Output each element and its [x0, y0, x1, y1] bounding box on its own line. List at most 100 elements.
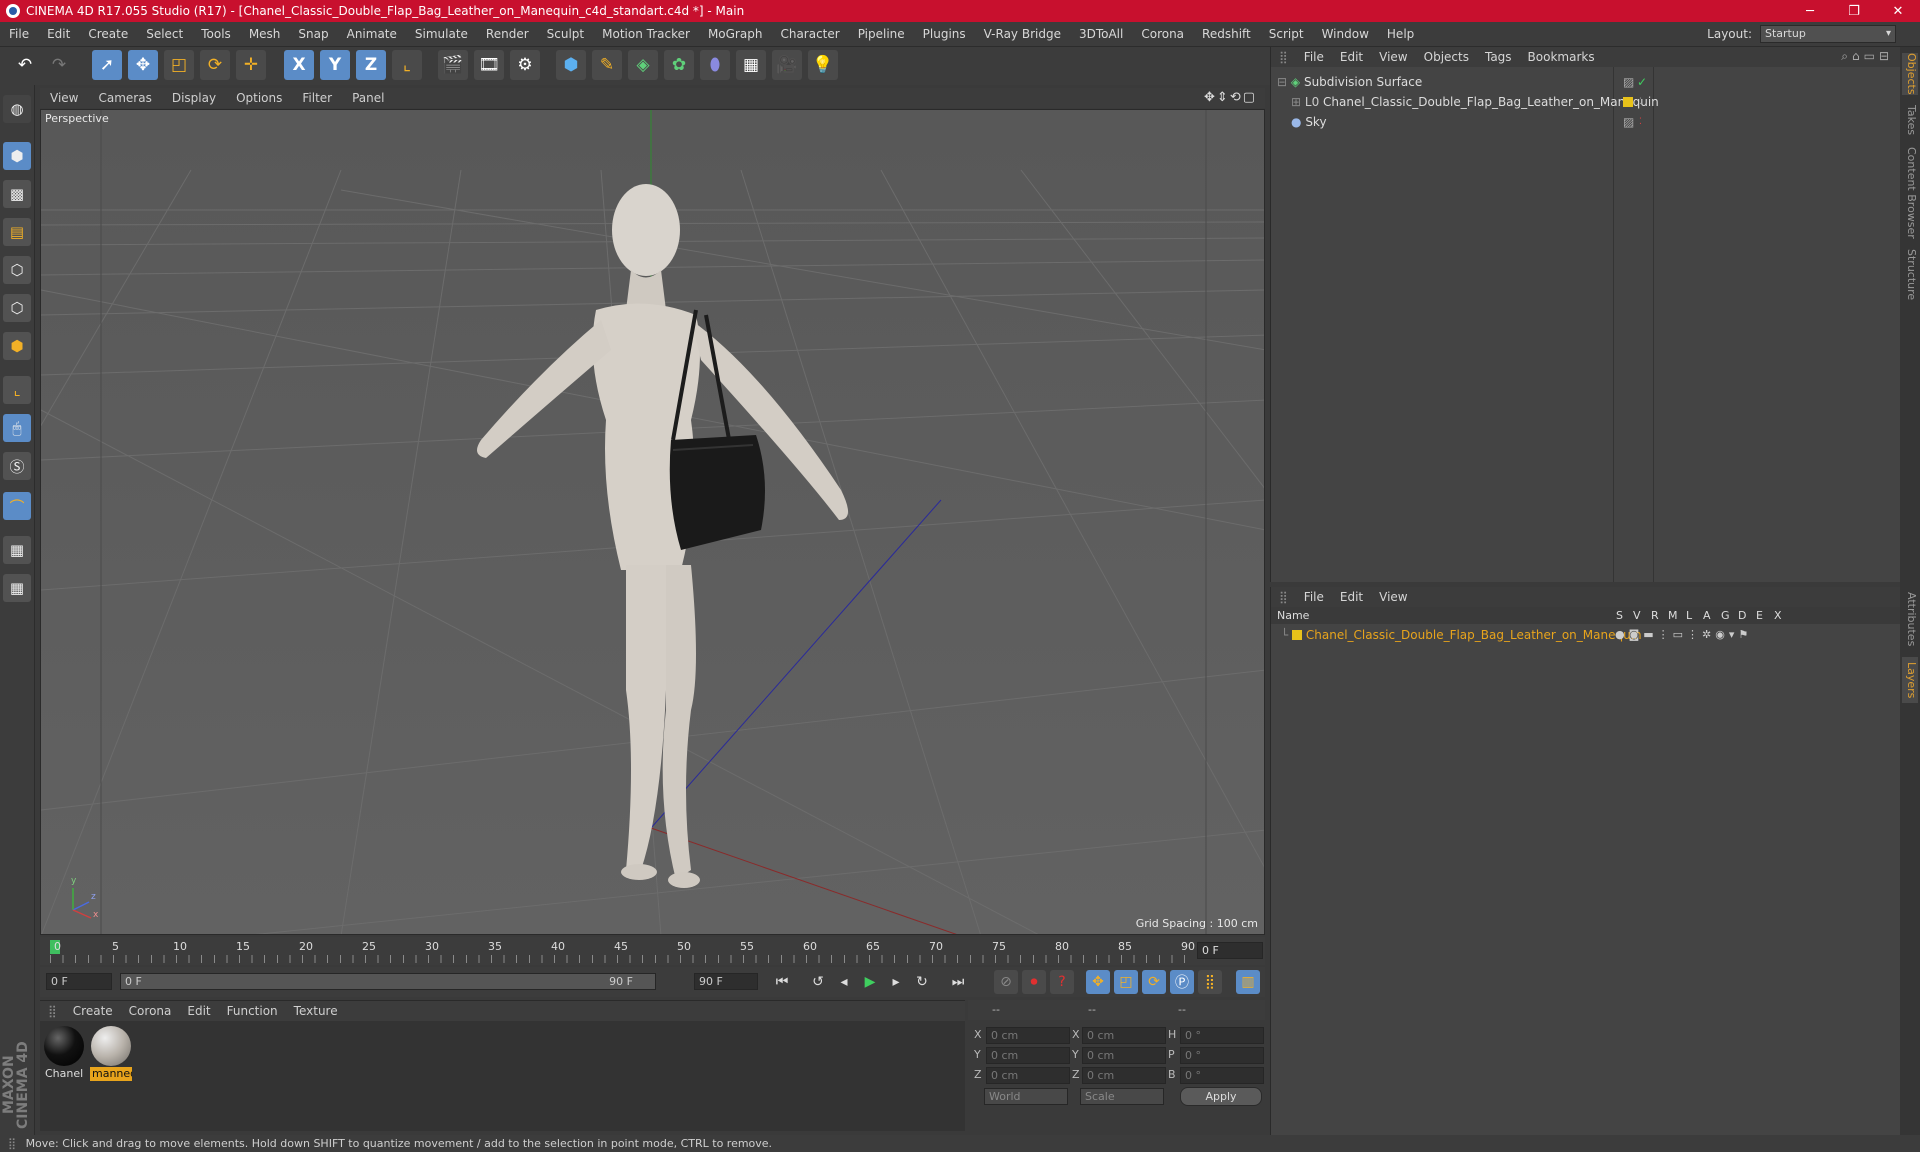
pen-spline-icon[interactable]: ✎	[592, 50, 622, 80]
menu-mesh[interactable]: Mesh	[240, 27, 290, 41]
menu-select[interactable]: Select	[137, 27, 192, 41]
menu-corona[interactable]: Corona	[1132, 27, 1193, 41]
rotate-icon[interactable]: ⟳	[200, 50, 230, 80]
menu-create[interactable]: Create	[79, 27, 137, 41]
object-menu-edit[interactable]: Edit	[1332, 50, 1371, 64]
object-menu-tags[interactable]: Tags	[1477, 50, 1520, 64]
scale-icon[interactable]: ◰	[164, 50, 194, 80]
model-mode-icon[interactable]: ⬢	[3, 142, 31, 170]
layout-dropdown[interactable]: Startup	[1760, 25, 1896, 43]
light-icon[interactable]: 💡	[808, 50, 838, 80]
material-menu-texture[interactable]: Texture	[286, 1004, 346, 1018]
menu-edit[interactable]: Edit	[38, 27, 79, 41]
tab-attributes[interactable]: Attributes	[1902, 587, 1918, 651]
object-row-subdivision-surface[interactable]: ⊟ ◈ Subdivision Surface ▨ ✓	[1277, 72, 1897, 92]
position-y-field[interactable]: 0 cm	[986, 1047, 1070, 1064]
position-x-field[interactable]: 0 cm	[986, 1027, 1070, 1044]
key-scale-icon[interactable]: ◰	[1114, 970, 1138, 994]
size-mode-dropdown[interactable]: Scale	[1080, 1088, 1164, 1105]
keyframe-selection-icon[interactable]: ?	[1050, 970, 1074, 994]
menu-tools[interactable]: Tools	[192, 27, 240, 41]
menu-snap[interactable]: Snap	[289, 27, 337, 41]
size-x-field[interactable]: 0 cm	[1082, 1027, 1166, 1044]
go-to-end-icon[interactable]: ⏭	[946, 970, 970, 994]
deformer-icon[interactable]: ⬮	[700, 50, 730, 80]
menu-character[interactable]: Character	[771, 27, 848, 41]
enabled-check-icon[interactable]: ✓	[1637, 72, 1647, 92]
previous-frame-icon[interactable]: ◂	[832, 970, 856, 994]
material-menu-function[interactable]: Function	[219, 1004, 286, 1018]
tab-structure[interactable]: Structure	[1902, 247, 1918, 303]
axis-mode-icon[interactable]: ⌞	[3, 376, 31, 404]
transform-icon[interactable]: ✛	[236, 50, 266, 80]
tab-content-browser[interactable]: Content Browser	[1902, 143, 1918, 243]
rotation-b-field[interactable]: 0 °	[1180, 1067, 1264, 1084]
texture-mode-icon[interactable]: ▩	[3, 180, 31, 208]
move-icon[interactable]: ✥	[128, 50, 158, 80]
material-swatch-chanel[interactable]: Chanel	[43, 1025, 85, 1083]
close-button[interactable]: ✕	[1876, 0, 1920, 22]
object-menu-view[interactable]: View	[1371, 50, 1415, 64]
record-keys-icon[interactable]: ⊘	[994, 970, 1018, 994]
viewport-navigation-icons[interactable]: ✥⇕⟲▢	[1204, 90, 1257, 105]
preview-range-slider[interactable]: 0 F 90 F	[120, 973, 656, 990]
object-manager-search-icon[interactable]: ⌕⌂▭⊟	[1841, 49, 1893, 64]
undo-icon[interactable]: ↶	[10, 50, 40, 80]
planar-workplane-icon[interactable]: ▦	[3, 574, 31, 602]
current-frame-field[interactable]: 0 F	[1197, 942, 1263, 959]
coordinate-system-icon[interactable]: ⌞	[392, 50, 422, 80]
visibility-dots-icon[interactable]: ⁚	[1639, 112, 1642, 132]
perspective-viewport[interactable]: y z x Perspective Grid Spacing : 100 cm	[40, 109, 1265, 935]
key-parameter-icon[interactable]: Ⓟ	[1170, 970, 1194, 994]
material-menu-edit[interactable]: Edit	[179, 1004, 218, 1018]
object-menu-bookmarks[interactable]: Bookmarks	[1520, 50, 1603, 64]
object-menu-file[interactable]: File	[1296, 50, 1332, 64]
size-y-field[interactable]: 0 cm	[1082, 1047, 1166, 1064]
autokey-icon[interactable]: ⏺	[1022, 970, 1046, 994]
rotation-p-field[interactable]: 0 °	[1180, 1047, 1264, 1064]
viewport-menu-view[interactable]: View	[40, 91, 88, 105]
key-pla-icon[interactable]: ⣿	[1198, 970, 1222, 994]
menu-plugins[interactable]: Plugins	[914, 27, 975, 41]
material-menu-create[interactable]: Create	[65, 1004, 121, 1018]
menu-motion-tracker[interactable]: Motion Tracker	[593, 27, 699, 41]
key-position-icon[interactable]: ✥	[1086, 970, 1110, 994]
timeline-window-icon[interactable]: ▥	[1236, 970, 1260, 994]
viewport-menu-options[interactable]: Options	[226, 91, 292, 105]
y-axis-lock-button[interactable]: Y	[320, 50, 350, 80]
key-rotation-icon[interactable]: ⟳	[1142, 970, 1166, 994]
magnet-icon[interactable]: ⌒	[3, 492, 31, 520]
layer-menu-edit[interactable]: Edit	[1332, 590, 1371, 604]
menu-sculpt[interactable]: Sculpt	[538, 27, 593, 41]
tweak-mode-icon[interactable]: 🖱	[3, 414, 31, 442]
layer-color-swatch[interactable]	[1292, 630, 1303, 640]
menu-pipeline[interactable]: Pipeline	[849, 27, 914, 41]
position-z-field[interactable]: 0 cm	[986, 1067, 1070, 1084]
menu-3dtoall[interactable]: 3DToAll	[1070, 27, 1132, 41]
make-editable-icon[interactable]: ◍	[3, 95, 31, 123]
viewport-menu-cameras[interactable]: Cameras	[88, 91, 161, 105]
object-row-sky[interactable]: ● Sky ▨ ⁚	[1277, 112, 1897, 132]
render-view-icon[interactable]: 🎬	[438, 50, 468, 80]
end-frame-field[interactable]: 90 F	[694, 973, 758, 990]
apply-button[interactable]: Apply	[1180, 1087, 1262, 1106]
coordinate-mode-dropdown[interactable]: World	[984, 1088, 1068, 1105]
timeline-ruler[interactable]: 0 5 10 15 20 25 30 35 40 45 50 55 60 65 …	[40, 937, 1265, 965]
render-picture-viewer-icon[interactable]: 🎞	[474, 50, 504, 80]
visibility-dots-icon[interactable]: ⁚	[1639, 92, 1642, 112]
camera-icon[interactable]: 🎥	[772, 50, 802, 80]
floor-scene-icon[interactable]: ▦	[736, 50, 766, 80]
menu-help[interactable]: Help	[1378, 27, 1423, 41]
viewport-menu-filter[interactable]: Filter	[292, 91, 342, 105]
tab-objects[interactable]: Objects	[1902, 53, 1918, 95]
next-frame-icon[interactable]: ▸	[884, 970, 908, 994]
tab-layers[interactable]: Layers	[1902, 657, 1918, 703]
maximize-button[interactable]: ❐	[1832, 0, 1876, 22]
snap-icon[interactable]: Ⓢ	[3, 452, 31, 480]
object-menu-objects[interactable]: Objects	[1416, 50, 1477, 64]
layer-toggle-icons[interactable]: ●◙▬⋮▭⋮✲◉▾⚑	[1615, 625, 1752, 645]
play-icon[interactable]: ▶	[858, 970, 882, 994]
menu-simulate[interactable]: Simulate	[406, 27, 477, 41]
tab-takes[interactable]: Takes	[1902, 103, 1918, 137]
layer-menu-file[interactable]: File	[1296, 590, 1332, 604]
